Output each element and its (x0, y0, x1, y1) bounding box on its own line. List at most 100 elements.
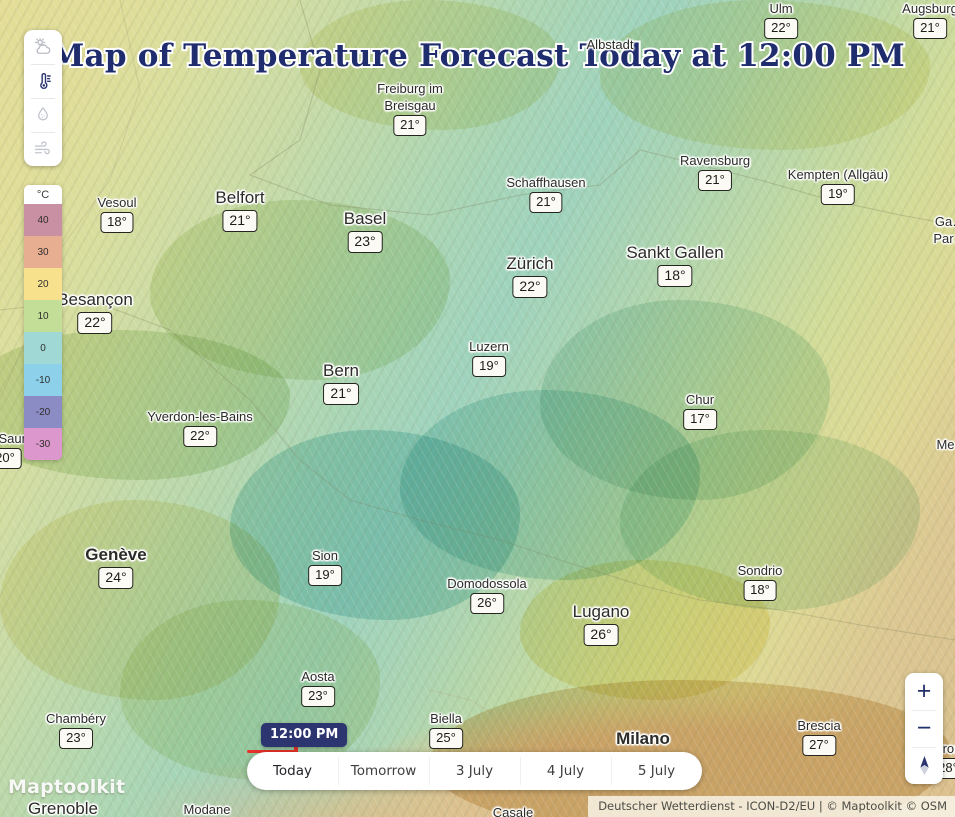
city-label[interactable]: Belfort 21° (215, 188, 265, 232)
city-name: Augsburg (902, 1, 955, 16)
temperature-icon[interactable] (24, 64, 62, 98)
city-label[interactable]: Kempten (Allgäu) 19° (788, 167, 888, 205)
city-label[interactable]: Domodossola 26° (447, 576, 527, 614)
city-label[interactable]: Milano (616, 729, 670, 749)
weather-cloud-icon[interactable] (24, 30, 62, 64)
city-name: Lugano (572, 602, 630, 621)
city-name: Schaffhausen (506, 175, 586, 190)
city-label[interactable]: Schaffhausen 21° (506, 175, 586, 213)
city-name: Casale (492, 805, 534, 817)
city-label[interactable]: Basel 23° (343, 209, 387, 253)
city-temperature: 19° (472, 356, 506, 377)
city-label[interactable]: Albstadt (586, 37, 634, 52)
city-name: Freiburg im (377, 81, 443, 96)
precipitation-icon[interactable] (24, 98, 62, 132)
city-label[interactable]: Augsburg 21° (902, 1, 955, 39)
city-label[interactable]: Lugano 26° (572, 602, 630, 646)
day-tab-4-july[interactable]: 4 July (520, 752, 611, 790)
city-label[interactable]: Yverdon-les-Bains 22° (147, 409, 253, 447)
city-temperature: 24° (98, 566, 134, 589)
city-temperature: 26° (583, 623, 619, 646)
city-temperature: 22° (512, 275, 548, 298)
city-name: Breisgau (384, 98, 436, 113)
city-name: Aosta (301, 669, 335, 684)
city-temperature: 19° (821, 184, 855, 205)
city-label[interactable]: Ulm 22° (764, 1, 798, 39)
legend-swatch-minus10: -10 (24, 364, 62, 396)
wind-icon[interactable] (24, 132, 62, 166)
city-name: Vesoul (97, 195, 137, 210)
city-temperature: 26° (470, 593, 504, 614)
legend-swatch-20: 20 (24, 268, 62, 300)
city-label[interactable]: Luzern 19° (469, 339, 509, 377)
city-temperature: 21° (393, 115, 427, 136)
day-tab-today[interactable]: Today (247, 752, 338, 790)
city-temperature: 23° (347, 230, 383, 253)
city-name: Zürich (506, 254, 554, 273)
city-name: Basel (343, 209, 387, 228)
city-label[interactable]: Freiburg im (377, 81, 443, 96)
city-name: Besançon (57, 290, 133, 309)
current-time-badge: 12:00 PM (261, 723, 348, 747)
city-temperature: 21° (323, 382, 359, 405)
city-name: Genève (85, 545, 147, 564)
city-name: Chur (685, 392, 715, 407)
zoom-in-button[interactable]: + (905, 673, 943, 710)
city-name: Grenoble (28, 799, 98, 817)
city-label[interactable]: Chambéry 23° (46, 711, 106, 749)
day-selector[interactable]: Today Tomorrow 3 July 4 July 5 July (247, 752, 702, 790)
city-temperature: 17° (683, 409, 717, 430)
city-name: Sankt Gallen (626, 243, 724, 262)
city-label[interactable]: Ga… (935, 214, 955, 229)
city-label[interactable]: Vesoul 18° (97, 195, 137, 233)
legend-swatch-40: 40 (24, 204, 62, 236)
city-name: Albstadt (586, 37, 634, 52)
city-label[interactable]: Casale (492, 805, 534, 817)
city-temperature: 25° (429, 728, 463, 749)
city-label[interactable]: Besançon 22° (57, 290, 133, 334)
layer-toolbar[interactable] (24, 30, 62, 166)
map-canvas[interactable] (0, 0, 955, 817)
city-label[interactable]: Grenoble (28, 799, 98, 817)
city-name: Bern (323, 361, 359, 380)
city-label[interactable]: Sankt Gallen 18° (626, 243, 724, 287)
city-name: Sondrio (737, 563, 783, 578)
city-label[interactable]: Modane (183, 802, 231, 817)
city-label[interactable]: Bern 21° (323, 361, 359, 405)
city-name: Ulm (769, 1, 793, 16)
day-tab-tomorrow[interactable]: Tomorrow (338, 752, 429, 790)
city-label[interactable]: Me… (936, 437, 955, 452)
city-name: Brescia (797, 718, 841, 733)
zoom-out-button[interactable]: − (905, 710, 943, 747)
compass-north-arrow-icon[interactable] (905, 747, 943, 784)
city-temperature: 18° (100, 212, 134, 233)
city-label[interactable]: Zürich 22° (506, 254, 554, 298)
city-label[interactable]: Sion 19° (308, 548, 342, 586)
city-label[interactable]: Genève 24° (85, 545, 147, 589)
city-temperature: 22° (77, 311, 113, 334)
city-temperature: 21° (222, 209, 258, 232)
city-label[interactable]: Chur 17° (683, 392, 717, 430)
city-name: Domodossola (447, 576, 527, 591)
city-label[interactable]: Par… (933, 231, 955, 246)
city-temperature: 21° (913, 18, 947, 39)
day-tab-5-july[interactable]: 5 July (611, 752, 702, 790)
city-label[interactable]: Ravensburg 21° (679, 153, 751, 191)
city-temperature: 19° (308, 565, 342, 586)
city-label[interactable]: Brescia 27° (797, 718, 841, 756)
zoom-controls[interactable]: + − (905, 673, 943, 784)
city-label[interactable]: Biella 25° (429, 711, 463, 749)
legend-unit: °C (24, 185, 62, 204)
city-name: Modane (183, 802, 231, 817)
city-label[interactable]: Breisgau 21° (384, 98, 436, 136)
city-name: Belfort (215, 188, 265, 207)
day-tab-3-july[interactable]: 3 July (429, 752, 520, 790)
city-name: Ravensburg (679, 153, 751, 168)
city-label[interactable]: Sondrio 18° (737, 563, 783, 601)
city-name: Me… (936, 437, 955, 452)
city-label[interactable]: Aosta 23° (301, 669, 335, 707)
city-name: Luzern (469, 339, 509, 354)
city-temperature: 22° (764, 18, 798, 39)
city-temperature: 18° (743, 580, 777, 601)
city-temperature: 20° (0, 448, 22, 469)
